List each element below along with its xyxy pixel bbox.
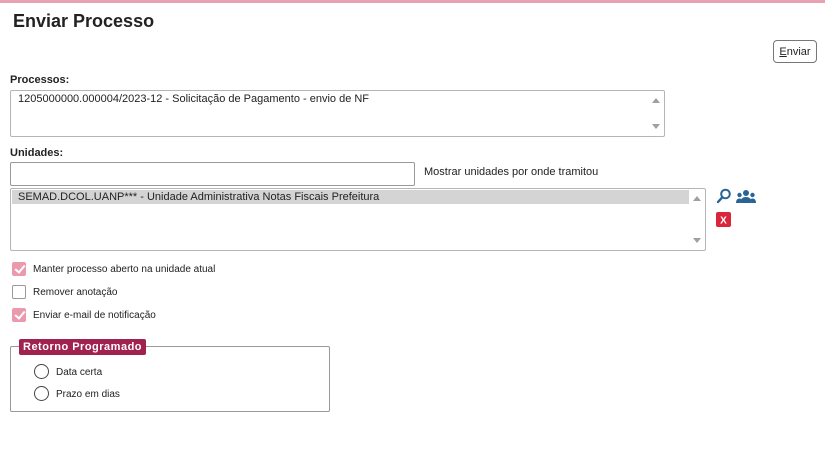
scroll-up-arrow-icon[interactable] — [652, 98, 660, 103]
enviar-button-accesskey: E — [779, 45, 787, 58]
unidades-list[interactable]: SEMAD.DCOL.UANP*** - Unidade Administrat… — [10, 188, 706, 251]
unidades-scrollbar[interactable] — [690, 190, 704, 249]
prazo-em-dias-label[interactable]: Prazo em dias — [56, 389, 120, 400]
retorno-programado-fieldset — [10, 346, 330, 412]
processos-list[interactable]: 1205000000.000004/2023-12 - Solicitação … — [10, 90, 665, 137]
manter-aberto-checkbox[interactable] — [12, 262, 26, 276]
enviar-email-label[interactable]: Enviar e-mail de notificação — [33, 310, 156, 321]
enviar-button[interactable]: Enviar — [773, 40, 817, 63]
page-title: Enviar Processo — [13, 11, 155, 31]
processos-label: Processos: — [10, 74, 70, 86]
unidades-search-input[interactable] — [10, 162, 415, 186]
processos-scrollbar[interactable] — [649, 92, 663, 135]
enviar-email-checkbox[interactable] — [12, 308, 26, 322]
unidade-item-label: SEMAD.DCOL.UANP*** - Unidade Administrat… — [18, 191, 380, 203]
enviar-button-label: nviar — [786, 45, 811, 58]
remove-x-icon[interactable]: X — [716, 212, 731, 227]
manter-aberto-label[interactable]: Manter processo aberto na unidade atual — [33, 264, 215, 275]
remover-anotacao-label[interactable]: Remover anotação — [33, 287, 118, 298]
remover-anotacao-checkbox[interactable] — [12, 285, 26, 299]
svg-text:X: X — [720, 216, 727, 227]
mostrar-unidades-link[interactable]: Mostrar unidades por onde tramitou — [424, 166, 598, 178]
data-certa-label[interactable]: Data certa — [56, 367, 102, 378]
prazo-em-dias-radio[interactable] — [34, 386, 49, 401]
scroll-down-arrow-icon[interactable] — [652, 124, 660, 129]
unidades-label: Unidades: — [10, 147, 64, 159]
retorno-programado-legend: Retorno Programado — [19, 339, 147, 355]
users-group-icon[interactable] — [736, 189, 756, 204]
search-icon[interactable] — [716, 188, 732, 204]
data-certa-radio[interactable] — [34, 364, 49, 379]
processo-item[interactable]: 1205000000.000004/2023-12 - Solicitação … — [18, 93, 369, 105]
top-accent-bar — [0, 0, 825, 3]
scroll-down-arrow-icon[interactable] — [693, 238, 701, 243]
scroll-up-arrow-icon[interactable] — [693, 196, 701, 201]
